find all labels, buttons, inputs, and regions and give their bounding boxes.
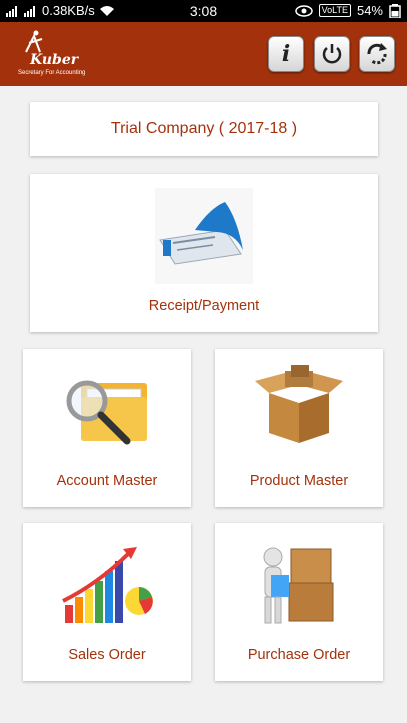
status-bar: 0.38KB/s 3:08 VoLTE 54% <box>0 0 407 22</box>
battery-percent: 54% <box>356 3 383 18</box>
receipt-payment-label: Receipt/Payment <box>148 298 260 314</box>
info-button[interactable]: i <box>268 36 304 72</box>
sales-order-image <box>59 543 155 631</box>
power-icon <box>322 44 342 64</box>
sync-button[interactable] <box>359 36 395 72</box>
logo-tagline: Secretary For Accounting <box>18 70 86 76</box>
sales-order-label: Sales Order <box>68 647 146 663</box>
company-name: Trial Company ( 2017-18 ) <box>110 120 298 137</box>
bar-chart-icon <box>62 547 153 623</box>
company-card[interactable]: Trial Company ( 2017-18 ) <box>30 102 378 156</box>
sync-icon <box>367 43 387 65</box>
account-master-image <box>59 363 155 459</box>
account-master-label: Account Master <box>56 473 158 489</box>
power-button[interactable] <box>314 36 350 72</box>
sales-order-tile[interactable]: Sales Order <box>23 523 191 681</box>
receipt-image <box>155 188 253 284</box>
receipt-icon <box>159 202 243 265</box>
account-master-tile[interactable]: Account Master <box>23 349 191 507</box>
app-bar: Kuber Secretary For Accounting i <box>0 22 407 86</box>
purchase-order-tile[interactable]: Purchase Order <box>215 523 383 681</box>
product-master-tile[interactable]: Product Master <box>215 349 383 507</box>
status-right: VoLTE 54% <box>294 3 401 18</box>
box-icon <box>255 365 343 443</box>
volte-badge: VoLTE <box>318 4 351 17</box>
boxes-person-icon <box>263 547 334 624</box>
receipt-payment-tile[interactable]: Receipt/Payment <box>30 174 378 332</box>
kuber-logo: Kuber Secretary For Accounting <box>12 30 92 78</box>
logo-text: Kuber <box>30 52 79 68</box>
eye-icon <box>294 4 313 17</box>
battery-icon <box>389 3 401 18</box>
product-master-image <box>251 363 347 459</box>
info-icon: i <box>281 41 291 67</box>
purchase-order-image <box>251 541 347 633</box>
folder-search-icon <box>66 380 147 445</box>
purchase-order-label: Purchase Order <box>247 647 351 663</box>
product-master-label: Product Master <box>249 473 349 489</box>
